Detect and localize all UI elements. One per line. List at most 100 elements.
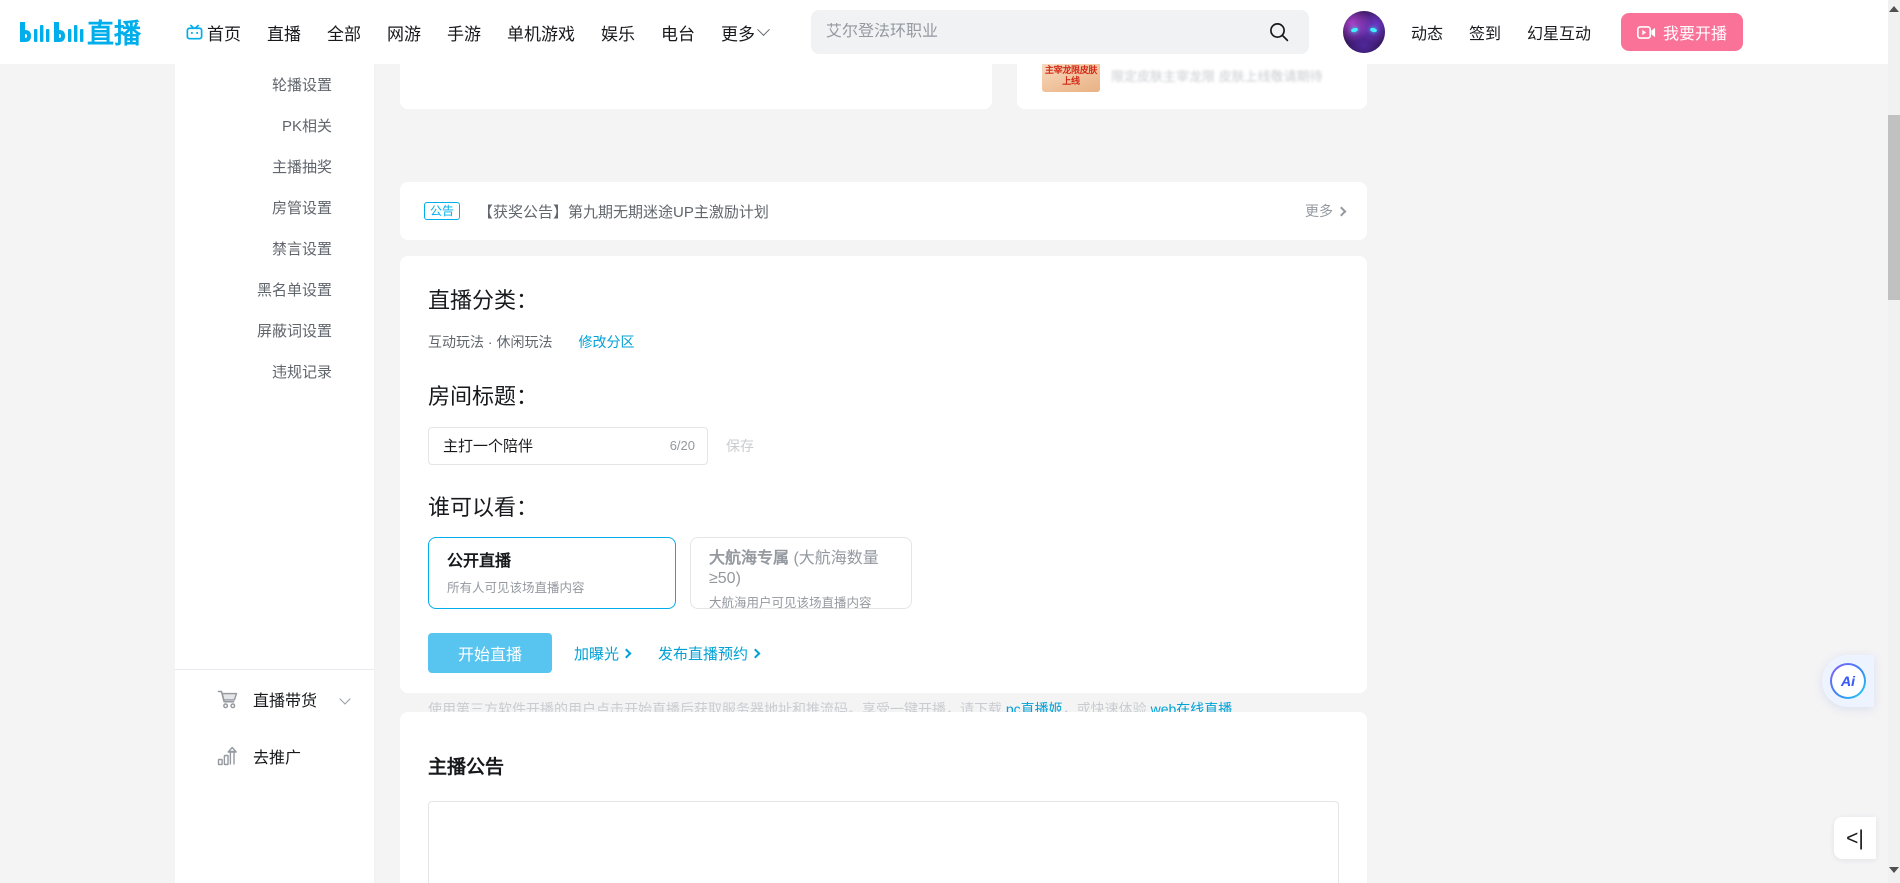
visibility-option-captain-name: 大航海专属 (大航海数量≥50) <box>709 549 893 589</box>
visibility-option-captain[interactable]: 大航海专属 (大航海数量≥50) 大航海用户可见该场直播内容 <box>690 537 912 611</box>
visibility-option-captain-desc: 大航海用户可见该场直播内容 <box>709 596 872 611</box>
camera-icon <box>1637 25 1656 40</box>
nav-online-games[interactable]: 网游 <box>374 0 434 64</box>
streamer-notice-title: 主播公告 <box>428 757 505 778</box>
sidebar-item-blacklist[interactable]: 黑名单设置 <box>175 269 375 310</box>
category-section-title: 直播分类： <box>428 288 539 313</box>
sidebar-menu: 轮播设置 PK相关 主播抽奖 房管设置 禁言设置 黑名单设置 屏蔽词设置 违规记… <box>175 64 375 392</box>
search-icon <box>1270 23 1289 42</box>
start-broadcast-button[interactable]: 我要开播 <box>1621 13 1744 51</box>
visibility-section-title: 谁可以看： <box>428 494 539 520</box>
chevron-down-icon <box>757 22 770 36</box>
header-link-checkin[interactable]: 签到 <box>1469 20 1501 44</box>
live-setup-card: 直播分类： 互动玩法 · 休闲玩法 修改分区 房间标题： 6/20 保存 谁可以… <box>400 256 1367 717</box>
primary-nav: 首页 直播 全部 网游 手游 单机游戏 娱乐 电台 更多 <box>172 0 781 64</box>
ai-label: Ai <box>1841 673 1855 689</box>
svg-text:直播: 直播 <box>87 19 142 48</box>
visibility-option-public[interactable]: 公开直播 所有人可见该场直播内容 <box>428 537 676 610</box>
ai-assistant-button[interactable]: Ai <box>1822 655 1874 707</box>
promo-card[interactable]: 主宰龙限皮肤上线 限定皮肤主宰龙限 皮肤上线敬请期待 <box>1017 64 1367 109</box>
sidebar-item-label: 屏蔽词设置 <box>256 323 332 340</box>
scrollbar-up-arrow[interactable] <box>1889 6 1899 16</box>
room-title-input[interactable] <box>443 437 670 455</box>
start-broadcast-label: 我要开播 <box>1663 26 1728 43</box>
announcement-more-button[interactable]: 更多 <box>1305 201 1347 221</box>
sidebar-bottom-groups: 直播带货 去推广 <box>175 670 375 784</box>
promo-blurred-text: 限定皮肤主宰龙限 皮肤上线敬请期待 <box>1111 69 1323 84</box>
sidebar-item-lottery[interactable]: 主播抽奖 <box>175 146 375 187</box>
sidebar-group-label: 去推广 <box>253 749 302 767</box>
category-value: 互动玩法 · 休闲玩法 <box>428 334 553 351</box>
sidebar-item-pk[interactable]: PK相关 <box>175 105 375 146</box>
bar-chart-icon <box>217 746 239 766</box>
boost-exposure-label: 加曝光 <box>574 645 620 663</box>
sidebar-item-carousel-settings[interactable]: 轮播设置 <box>175 64 375 105</box>
sidebar-item-mute-settings[interactable]: 禁言设置 <box>175 228 375 269</box>
avatar[interactable] <box>1343 11 1385 53</box>
sidebar-item-label: 轮播设置 <box>271 77 332 94</box>
nav-online-games-label: 网游 <box>387 24 421 44</box>
announcement-text[interactable]: 【获奖公告】第九期无期迷途UP主激励计划 <box>478 201 769 222</box>
announcement-more-label: 更多 <box>1305 203 1333 219</box>
sidebar-item-violation-records[interactable]: 违规记录 <box>175 351 375 392</box>
top-partial-card <box>400 64 992 109</box>
boost-exposure-link[interactable]: 加曝光 <box>574 643 632 664</box>
sidebar-item-label: 黑名单设置 <box>256 282 332 299</box>
chevron-right-icon <box>1336 206 1347 216</box>
sidebar-group-live-commerce[interactable]: 直播带货 <box>175 670 375 727</box>
nav-live-label: 直播 <box>267 24 301 44</box>
sidebar-item-room-admin[interactable]: 房管设置 <box>175 187 375 228</box>
sidebar-item-label: 违规记录 <box>271 364 332 381</box>
schedule-live-label: 发布直播预约 <box>658 645 749 663</box>
page-scrollbar-thumb[interactable] <box>1888 115 1900 300</box>
left-gutter <box>0 64 175 883</box>
sidebar-group-promotion[interactable]: 去推广 <box>175 727 375 784</box>
sidebar-item-blocked-words[interactable]: 屏蔽词设置 <box>175 310 375 351</box>
sidebar-group-label: 直播带货 <box>253 692 318 710</box>
room-title-char-count: 6/20 <box>669 438 695 454</box>
announcement-tag: 公告 <box>424 202 461 220</box>
nav-radio[interactable]: 电台 <box>648 0 708 64</box>
streamer-notice-textarea[interactable] <box>428 801 1339 883</box>
nav-mobile-games[interactable]: 手游 <box>434 0 494 64</box>
sidebar-item-label: 房管设置 <box>271 200 332 217</box>
collapse-panel-button[interactable]: <| <box>1834 817 1876 859</box>
promo-thumbnail: 主宰龙限皮肤上线 <box>1042 64 1100 92</box>
promo-row: 主宰龙限皮肤上线 限定皮肤主宰龙限 皮肤上线敬请期待 <box>1017 64 1367 92</box>
nav-more-label: 更多 <box>721 24 755 44</box>
nav-single-player-label: 单机游戏 <box>507 24 575 44</box>
schedule-live-link[interactable]: 发布直播预约 <box>658 643 761 664</box>
nav-all-label: 全部 <box>327 24 361 44</box>
room-title-row: 6/20 保存 <box>428 426 1339 465</box>
shopping-cart-icon <box>217 689 239 709</box>
tv-icon <box>185 23 204 42</box>
nav-all[interactable]: 全部 <box>314 0 374 64</box>
category-row: 互动玩法 · 休闲玩法 修改分区 <box>428 332 1339 352</box>
visibility-option-public-name: 公开直播 <box>447 553 512 571</box>
nav-mobile-games-label: 手游 <box>447 24 481 44</box>
site-header: 直播 首页 直播 全部 网游 手游 单机游戏 娱乐 电台 更多 艾尔登法环职业 … <box>0 0 1888 64</box>
room-title-section-title: 房间标题： <box>428 384 539 410</box>
nav-live[interactable]: 直播 <box>254 0 314 64</box>
search-box[interactable] <box>811 10 1309 54</box>
change-category-link[interactable]: 修改分区 <box>578 332 634 352</box>
nav-more[interactable]: 更多 <box>708 0 781 64</box>
header-link-huanxing[interactable]: 幻星互动 <box>1527 20 1591 44</box>
nav-single-player[interactable]: 单机游戏 <box>494 0 588 64</box>
header-link-dynamic[interactable]: 动态 <box>1411 20 1443 44</box>
nav-radio-label: 电台 <box>661 24 695 44</box>
search-input[interactable] <box>826 23 1264 41</box>
nav-entertainment-label: 娱乐 <box>601 24 635 44</box>
nav-home-label: 首页 <box>207 24 241 44</box>
nav-entertainment[interactable]: 娱乐 <box>588 0 648 64</box>
go-live-button[interactable]: 开始直播 <box>428 633 552 674</box>
save-title-button[interactable]: 保存 <box>726 436 754 456</box>
search-button[interactable] <box>1264 17 1294 47</box>
visibility-options: 公开直播 所有人可见该场直播内容 大航海专属 (大航海数量≥50) 大航海用户可… <box>428 537 1339 611</box>
scrollbar-down-arrow[interactable] <box>1889 867 1899 877</box>
bilibili-live-logo[interactable]: 直播 <box>18 15 154 49</box>
action-row: 开始直播 加曝光 发布直播预约 <box>428 633 1339 674</box>
room-title-input-wrap[interactable]: 6/20 <box>428 426 708 465</box>
left-sidebar: 轮播设置 PK相关 主播抽奖 房管设置 禁言设置 黑名单设置 屏蔽词设置 违规记… <box>175 64 375 883</box>
nav-home[interactable]: 首页 <box>172 0 254 64</box>
